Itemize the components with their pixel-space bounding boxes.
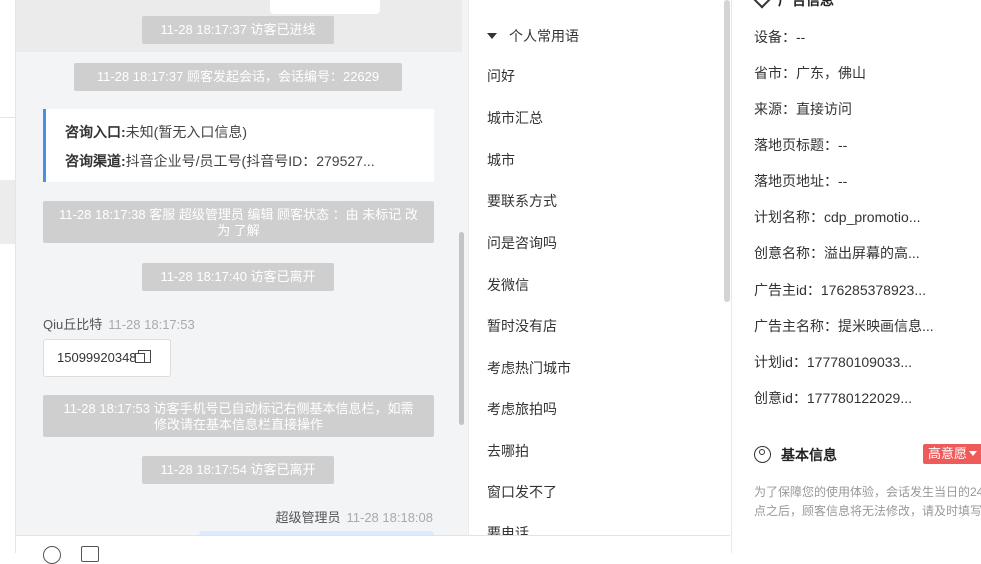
info-field-plan-id: 计划id：177780109033... [754,354,912,370]
info-field-device: 设备：-- [754,29,806,45]
chevron-down-icon[interactable] [753,0,771,9]
phrase-item[interactable]: 城市 [487,150,515,170]
phrase-item[interactable]: 窗口发不了 [487,482,557,502]
chat-history-panel: 11-28 18:17:37 访客已进线 11-28 18:17:37 顾客发起… [16,0,468,535]
edit-notice: 为了保障您的使用体验，会话发生当日的24点之后，顾客信息将无法修改，请及时填写 [754,485,981,518]
system-message: 11-28 18:17:54 访客已离开 [142,456,334,484]
phrase-group-title: 个人常用语 [509,28,579,44]
copy-icon[interactable] [134,350,151,363]
consult-entry-card: 咨询入口:未知(暂无入口信息) 咨询渠道:抖音企业号/员工号(抖音号ID：279… [43,109,434,182]
customer-info-panel: 广告信息 设备：-- 省市：广东，佛山 来源：直接访问 落地页标题：-- 落地页… [731,0,981,553]
info-field-city: 省市：广东，佛山 [754,65,866,81]
info-field-landing-url: 落地页地址：-- [754,173,848,189]
intent-tag-label: 高意愿 [928,446,968,461]
phone-number-text: 15099920348 [57,350,137,365]
info-field-landing-title: 落地页标题：-- [754,137,848,153]
input-toolbar [16,535,730,564]
phrase-group-header[interactable]: 个人常用语 [487,26,579,46]
left-nav-strip [0,0,16,553]
info-field-creative-id: 创意id：177780122029... [754,390,912,406]
phrase-item[interactable]: 暂时没有店 [487,316,557,336]
system-message: 11-28 18:17:37 顾客发起会话，会话编号：22629 [74,63,402,91]
phrase-item[interactable]: 考虑热门城市 [487,358,571,378]
divider [0,117,15,118]
system-message: 11-28 18:17:37 访客已进线 [142,16,334,44]
phrase-item[interactable]: 考虑旅拍吗 [487,399,557,419]
phrase-item[interactable]: 问好 [487,66,515,86]
emoji-icon[interactable] [43,546,61,564]
info-field-advertiser-name: 广告主名称：提米映画信息... [754,318,934,334]
phrase-item[interactable]: 要联系方式 [487,191,557,211]
nav-selected-shade[interactable] [0,180,15,244]
entry-row: 咨询入口:未知(暂无入口信息) [65,122,415,151]
chat-top-card [270,0,380,14]
intent-level-dropdown[interactable]: 高意愿 [923,444,981,464]
system-message: 11-28 18:17:40 访客已离开 [142,263,334,291]
channel-row: 咨询渠道:抖音企业号/员工号(抖音号ID：279527... [65,151,415,180]
info-field-plan-name: 计划名称：cdp_promotio... [754,209,921,225]
quick-phrases-panel: 个人常用语 问好 城市汇总 城市 要联系方式 问是咨询吗 发微信 暂时没有店 考… [468,0,731,535]
phrase-item[interactable]: 要电话 [487,523,529,535]
entry-value: 未知(暂无入口信息) [125,124,247,140]
caret-down-icon [487,33,497,39]
phrase-item[interactable]: 问是咨询吗 [487,233,557,253]
entry-label: 咨询入口: [65,124,126,140]
phrase-item[interactable]: 去哪拍 [487,441,529,461]
system-message: 11-28 18:17:53 访客手机号已自动标记右侧基本信息栏，如需修改请在基… [43,395,434,437]
message-time: 11-28 18:17:53 [108,317,195,332]
message-time: 11-28 18:18:08 [346,510,434,525]
caret-down-icon [969,451,978,456]
ad-info-title: 广告信息 [778,0,834,8]
visitor-name: Qiu丘比特 [43,317,103,332]
visitor-message-bubble[interactable]: 15099920348 [43,339,171,377]
user-icon [754,446,771,463]
channel-label: 咨询渠道: [65,153,126,169]
image-icon[interactable] [81,546,99,562]
system-message: 11-28 18:17:38 客服 超级管理员 编辑 顾客状态 ：由 未标记 改… [43,201,434,243]
phrases-scrollbar[interactable] [724,0,730,302]
basic-info-title: 基本信息 [781,447,837,463]
phrase-item[interactable]: 城市汇总 [487,108,543,128]
channel-value: 抖音企业号/员工号(抖音号ID：279527... [125,153,375,169]
phrase-item[interactable]: 发微信 [487,275,529,295]
info-field-creative-name: 创意名称：溢出屏幕的高... [754,245,920,261]
agent-name: 超级管理员 [275,510,341,525]
basic-info-header: 基本信息 [754,445,837,465]
info-field-advertiser-id: 广告主id：176285378923... [754,282,926,298]
agent-message-header: 超级管理员 11-28 18:18:08 [275,507,433,526]
visitor-message-header: Qiu丘比特 11-28 18:17:53 [43,314,195,333]
info-field-source: 来源：直接访问 [754,101,852,117]
chat-scrollbar[interactable] [459,232,464,425]
